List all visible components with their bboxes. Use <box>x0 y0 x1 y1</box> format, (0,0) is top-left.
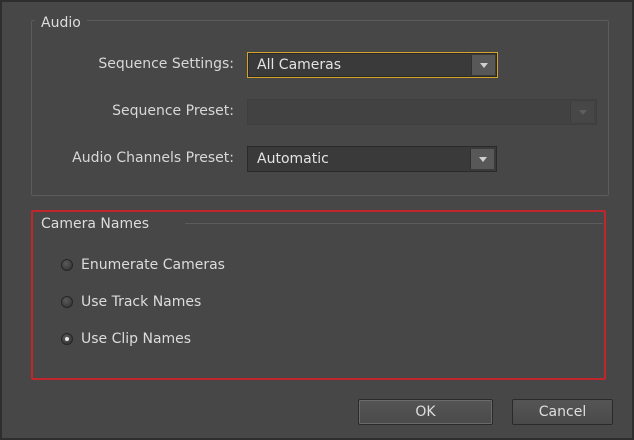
cancel-button[interactable]: Cancel <box>512 399 613 425</box>
radio-use-track-names-label: Use Track Names <box>81 294 202 310</box>
audio-channels-preset-label: Audio Channels Preset: <box>72 150 234 166</box>
radio-button-icon[interactable] <box>61 259 73 271</box>
radio-use-clip-names-label: Use Clip Names <box>81 331 192 347</box>
audio-channels-preset-value: Automatic <box>257 151 329 167</box>
ok-button[interactable]: OK <box>358 399 493 425</box>
audio-channels-dropdown-button[interactable] <box>470 149 494 169</box>
sequence-settings-value: All Cameras <box>257 57 342 73</box>
sequence-settings-select[interactable]: All Cameras <box>247 52 498 78</box>
radio-use-track-names[interactable]: Use Track Names <box>61 294 201 310</box>
chevron-down-icon <box>579 110 587 115</box>
radio-enumerate-cameras[interactable]: Enumerate Cameras <box>61 257 225 273</box>
chevron-down-icon <box>479 157 487 162</box>
audio-channels-preset-select[interactable]: Automatic <box>247 146 497 172</box>
sequence-preset-select <box>247 99 597 125</box>
sequence-settings-label: Sequence Settings: <box>98 56 234 72</box>
radio-enumerate-cameras-label: Enumerate Cameras <box>81 257 225 273</box>
sequence-preset-label: Sequence Preset: <box>112 103 234 119</box>
sequence-preset-dropdown-button <box>570 102 594 122</box>
radio-button-icon[interactable] <box>61 296 73 308</box>
camera-names-divider <box>185 223 603 224</box>
multi-camera-dialog: Audio Sequence Settings: All Cameras Seq… <box>0 0 634 440</box>
radio-use-clip-names[interactable]: Use Clip Names <box>61 331 191 347</box>
audio-group-legend: Audio <box>35 15 87 31</box>
sequence-settings-dropdown-button[interactable] <box>471 55 495 75</box>
camera-names-legend: Camera Names <box>41 216 149 232</box>
chevron-down-icon <box>480 63 488 68</box>
radio-button-selected-icon[interactable] <box>61 333 73 345</box>
radio-selected-dot-icon <box>65 337 69 341</box>
